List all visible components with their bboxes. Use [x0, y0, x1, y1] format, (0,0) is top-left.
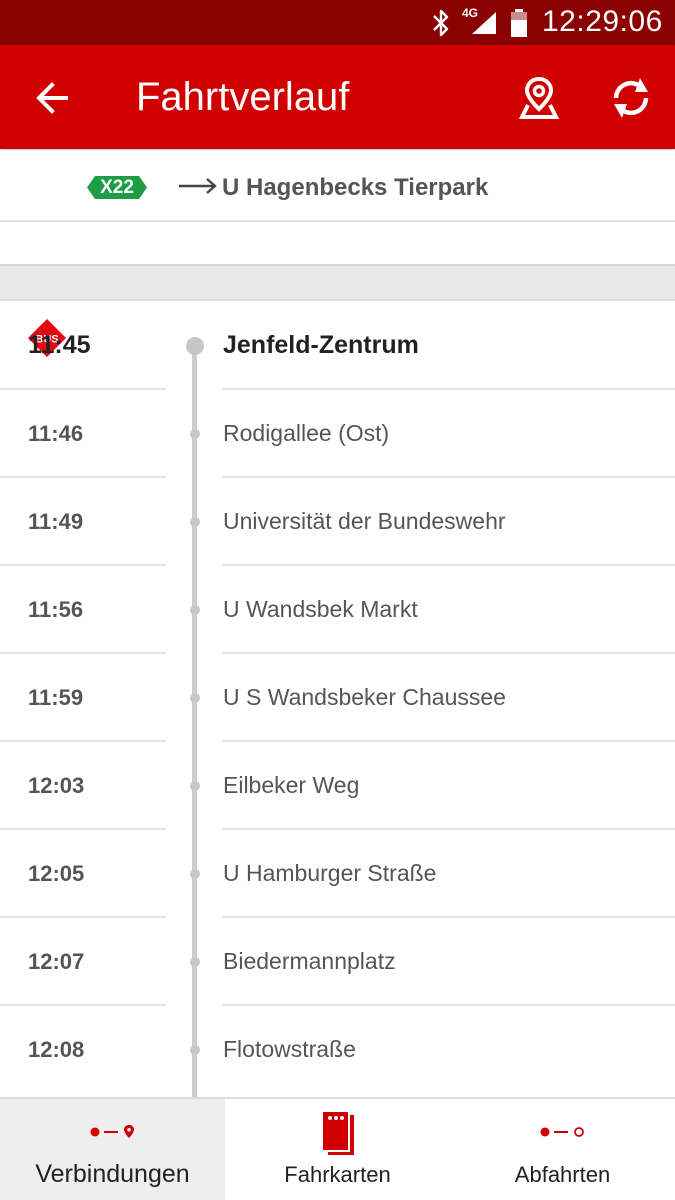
- stop-time: 11:56: [28, 597, 84, 622]
- stop-row[interactable]: 11:59 U S Wandsbeker Chaussee: [0, 654, 675, 742]
- connections-icon: [90, 1125, 134, 1138]
- direction-arrow-icon: [179, 178, 217, 194]
- signal-icon: [472, 12, 496, 34]
- back-arrow-icon[interactable]: [28, 73, 78, 123]
- stop-name: Rodigallee (Ost): [223, 420, 390, 446]
- destination: U Hagenbecks Tierpark: [222, 174, 489, 201]
- stop-dot: [190, 869, 200, 879]
- stop-name: Jenfeld-Zentrum: [223, 331, 419, 359]
- stop-name: Universität der Bundeswehr: [223, 508, 506, 534]
- nav-abfahrten[interactable]: Abfahrten: [450, 1099, 675, 1200]
- stop-time: 11:59: [28, 685, 84, 710]
- stop-name: U Hamburger Straße: [223, 860, 437, 886]
- map-pin-icon[interactable]: [512, 71, 566, 125]
- stop-dot: [190, 517, 200, 527]
- line-number: X22: [100, 177, 134, 198]
- route-header: BUS X22 U Hagenbecks Tierpark: [0, 150, 675, 357]
- status-bar: 4G 12:29:06: [0, 0, 675, 45]
- nav-verbindungen[interactable]: Verbindungen: [0, 1099, 225, 1200]
- bottom-navigation: Verbindungen Fahrkarten Abfahrten: [0, 1097, 675, 1200]
- stop-time: 12:08: [28, 1037, 85, 1062]
- nav-label: Abfahrten: [514, 1162, 611, 1187]
- stops-list[interactable]: 11:45 Jenfeld-Zentrum 11:46 Rodigallee (…: [0, 302, 675, 1098]
- stop-time: 12:05: [28, 861, 85, 886]
- tickets-icon: [321, 1110, 354, 1155]
- stop-time: 11:45: [28, 331, 91, 359]
- stop-row[interactable]: 11:45 Jenfeld-Zentrum: [0, 302, 675, 390]
- stop-row[interactable]: 12:07 Biedermannplatz: [0, 918, 675, 1006]
- stop-name: Eilbeker Weg: [223, 772, 360, 798]
- stop-dot: [190, 957, 200, 967]
- stop-time: 11:46: [28, 421, 84, 446]
- stop-row[interactable]: 11:46 Rodigallee (Ost): [0, 390, 675, 478]
- stop-dot: [190, 781, 200, 791]
- stop-time: 11:49: [28, 509, 84, 534]
- stop-row[interactable]: 12:05 U Hamburger Straße: [0, 830, 675, 918]
- nav-label: Fahrkarten: [284, 1162, 391, 1187]
- stop-row[interactable]: 12:03 Eilbeker Weg: [0, 742, 675, 830]
- section-divider: [0, 264, 675, 301]
- stop-row[interactable]: 11:56 U Wandsbek Markt: [0, 566, 675, 654]
- departures-icon: [540, 1127, 584, 1137]
- nav-label: Verbindungen: [35, 1160, 190, 1188]
- stop-time: 12:03: [28, 773, 85, 798]
- stop-dot: [190, 693, 200, 703]
- stop-dot: [186, 337, 204, 355]
- spacer: [0, 222, 675, 264]
- app-toolbar: Fahrtverlauf: [0, 45, 675, 149]
- battery-icon: [511, 9, 527, 37]
- stop-row[interactable]: 11:49 Universität der Bundeswehr: [0, 478, 675, 566]
- stop-name: U Wandsbek Markt: [223, 596, 418, 622]
- stop-dot: [190, 429, 200, 439]
- stop-dot: [190, 1045, 200, 1055]
- clock: 12:29:06: [542, 5, 663, 38]
- stop-name: Biedermannplatz: [223, 948, 396, 974]
- page-title: Fahrtverlauf: [136, 75, 350, 119]
- stop-name: U S Wandsbeker Chaussee: [223, 684, 506, 710]
- stop-dot: [190, 605, 200, 615]
- stop-time: 12:07: [28, 949, 85, 974]
- refresh-icon[interactable]: [604, 71, 658, 125]
- bluetooth-icon: [433, 9, 449, 37]
- nav-fahrkarten[interactable]: Fahrkarten: [225, 1099, 450, 1200]
- stop-name: Flotowstraße: [223, 1036, 356, 1062]
- stop-row[interactable]: 12:08 Flotowstraße: [0, 1006, 675, 1094]
- line-badge: X22: [86, 175, 148, 200]
